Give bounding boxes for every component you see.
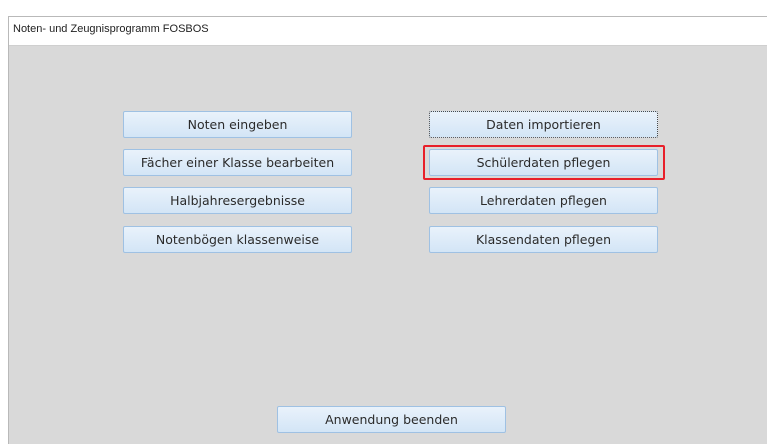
noten-eingeben-button[interactable]: Noten eingeben	[123, 111, 352, 138]
halbjahresergebnisse-button[interactable]: Halbjahresergebnisse	[123, 187, 352, 214]
title-bar: Noten- und Zeugnisprogramm FOSBOS	[9, 17, 767, 46]
window-title: Noten- und Zeugnisprogramm FOSBOS	[13, 23, 209, 35]
klassendaten-button[interactable]: Klassendaten pflegen	[429, 226, 658, 253]
lehrerdaten-button[interactable]: Lehrerdaten pflegen	[429, 187, 658, 214]
anwendung-beenden-button[interactable]: Anwendung beenden	[277, 406, 506, 433]
schuelerdaten-button[interactable]: Schülerdaten pflegen	[429, 149, 658, 176]
main-menu-panel: Noten eingeben Fächer einer Klasse bearb…	[9, 46, 767, 444]
faecher-bearbeiten-button[interactable]: Fächer einer Klasse bearbeiten	[123, 149, 352, 176]
notenboegen-button[interactable]: Notenbögen klassenweise	[123, 226, 352, 253]
daten-importieren-button[interactable]: Daten importieren	[429, 111, 658, 138]
app-window: Noten- und Zeugnisprogramm FOSBOS Noten …	[8, 16, 767, 444]
